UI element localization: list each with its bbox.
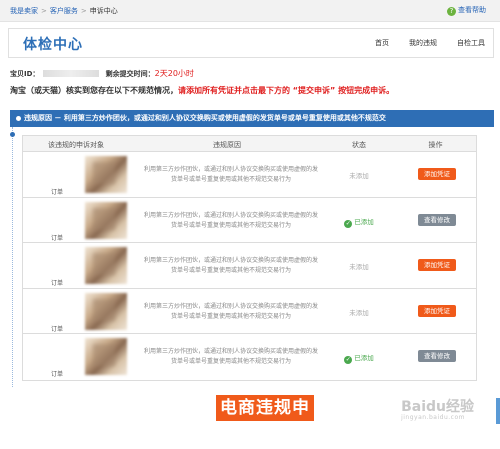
- check-icon: ✓: [344, 356, 353, 365]
- page-header: 体检中心 首页 我的违规 自检工具: [8, 28, 494, 58]
- row-status: 未添加: [325, 261, 393, 271]
- table-row: 订单 利用第三方炒作团伙，或通过和别人协议交换购买或使用虚假的发货单号或单号重复使…: [23, 334, 476, 380]
- breadcrumb-service[interactable]: 客户服务: [50, 7, 78, 15]
- violation-reason-text: 违规原因 － 利用第三方炒作团伙，或通过和别人协议交换购买或使用虚假的发货单号或…: [24, 114, 386, 122]
- breadcrumb-current: 申诉中心: [89, 7, 118, 15]
- row-status-text: 已添加: [354, 354, 374, 363]
- row-status: ✓ 已添加: [325, 216, 393, 228]
- add-evidence-button[interactable]: 添加凭证: [418, 304, 456, 317]
- bullet-icon: [16, 116, 21, 121]
- add-evidence-button[interactable]: 添加凭证: [418, 259, 456, 272]
- row-status-text: 未添加: [349, 308, 369, 317]
- col-status: 状态: [352, 141, 366, 149]
- row-status-text: 未添加: [349, 172, 369, 180]
- row-status: 未添加: [325, 307, 393, 317]
- item-id-masked: [43, 70, 100, 77]
- breadcrumb-seller[interactable]: 我是卖家: [10, 7, 38, 15]
- product-thumbnail-blur: [93, 344, 115, 367]
- remaining-time-label: 剩余提交时间：: [105, 70, 155, 78]
- row-violation-reason: 利用第三方炒作团伙，或通过和别人协议交换购买或使用虚假的发货单号或单号重复使用或…: [143, 211, 318, 229]
- product-thumbnail-blur: [93, 298, 115, 321]
- watermark-logo: Baidu经验: [401, 399, 474, 415]
- nav-my-violations[interactable]: 我的违规: [409, 39, 437, 47]
- violation-reason-bar: 违规原因 － 利用第三方炒作团伙，或通过和别人协议交换购买或使用虚假的发货单号或…: [10, 110, 494, 127]
- col-appeal-object: 该违规的申诉对象: [48, 141, 104, 149]
- check-icon: ✓: [344, 219, 353, 228]
- nav-self-check-tools[interactable]: 自检工具: [457, 39, 485, 47]
- help-icon: ?: [447, 7, 456, 16]
- table-row: 订单 利用第三方炒作团伙，或通过和别人协议交换购买或使用虚假的发货单号或单号重复使…: [23, 289, 476, 335]
- timeline-line: [12, 127, 13, 387]
- watermark: Baidu经验 jingyan.baidu.com: [401, 396, 474, 421]
- order-label: 订单: [51, 189, 64, 196]
- page-title: 体检中心: [23, 37, 83, 53]
- product-thumbnail-blur: [93, 162, 115, 184]
- remaining-time-value: 2天20小时: [154, 69, 194, 78]
- col-action: 操作: [428, 141, 443, 149]
- header-nav: 首页 我的违规 自检工具: [355, 38, 485, 48]
- table-row: 订单 利用第三方炒作团伙，或通过和别人协议交换购买或使用虚假的发货单号或单号重复使…: [23, 152, 476, 198]
- timeline-dot-icon: [10, 132, 15, 137]
- table-row: 订单 利用第三方炒作团伙，或通过和别人协议交换购买或使用虚假的发货单号或单号重复使…: [23, 243, 476, 289]
- order-label: 订单: [51, 280, 64, 288]
- breadcrumb-separator: >: [41, 7, 47, 15]
- breadcrumb: 我是卖家 > 客户服务 > 申诉中心: [10, 6, 118, 16]
- view-edit-button[interactable]: 查看修改: [418, 213, 456, 226]
- row-status: 未添加: [325, 170, 393, 180]
- table-header: 该违规的申诉对象 违规原因 状态 操作: [23, 136, 476, 152]
- notice-main: 淘宝（或天猫）核实到您存在以下不规范情况，: [10, 86, 178, 95]
- order-label: 订单: [51, 234, 64, 242]
- row-violation-reason: 利用第三方炒作团伙，或通过和别人协议交换购买或使用虚假的发货单号或单号重复使用或…: [143, 348, 318, 366]
- table-row: 订单 利用第三方炒作团伙，或通过和别人协议交换购买或使用虚假的发货单号或单号重复使…: [23, 198, 476, 244]
- help-link[interactable]: ? 查看帮助: [447, 5, 486, 16]
- help-label: 查看帮助: [458, 6, 486, 14]
- product-thumbnail-blur: [93, 253, 115, 276]
- watermark-url: jingyan.baidu.com: [401, 414, 465, 421]
- row-violation-reason: 利用第三方炒作团伙，或通过和别人协议交换购买或使用虚假的发货单号或单号重复使用或…: [143, 257, 318, 275]
- order-label: 订单: [51, 325, 64, 333]
- nav-home[interactable]: 首页: [375, 39, 389, 47]
- row-violation-reason: 利用第三方炒作团伙，或通过和别人协议交换购买或使用虚假的发货单号或单号重复使用或…: [143, 166, 318, 183]
- view-edit-button[interactable]: 查看修改: [418, 350, 456, 363]
- notice-text: 淘宝（或天猫）核实到您存在以下不规范情况，请添加所有凭证并点击最下方的 “提交申…: [10, 85, 394, 96]
- submit-appeal-button[interactable]: 电商违规申: [216, 395, 314, 421]
- add-evidence-button[interactable]: 添加凭证: [418, 168, 456, 180]
- row-status-text: 未添加: [349, 263, 369, 272]
- item-info: 宝贝ID： 剩余提交时间：2天20小时: [10, 68, 194, 79]
- top-bar: 我是卖家 > 客户服务 > 申诉中心 ? 查看帮助: [0, 0, 500, 22]
- row-status: ✓ 已添加: [325, 352, 393, 365]
- notice-instruction: 请添加所有凭证并点击最下方的 “提交申诉” 按钮完成申诉。: [178, 86, 395, 95]
- appeal-table: 该违规的申诉对象 违规原因 状态 操作 订单利用第三方炒作团伙，或通过和别人协议…: [22, 135, 477, 381]
- order-label: 订单: [51, 371, 64, 379]
- col-violation-reason: 违规原因: [213, 141, 241, 149]
- row-status-text: 已添加: [354, 217, 374, 226]
- item-id-label: 宝贝ID：: [10, 70, 40, 78]
- row-violation-reason: 利用第三方炒作团伙，或通过和别人协议交换购买或使用虚假的发货单号或单号重复使用或…: [143, 302, 318, 320]
- product-thumbnail-blur: [93, 207, 115, 230]
- breadcrumb-separator: >: [80, 7, 87, 15]
- side-tab[interactable]: [496, 398, 500, 424]
